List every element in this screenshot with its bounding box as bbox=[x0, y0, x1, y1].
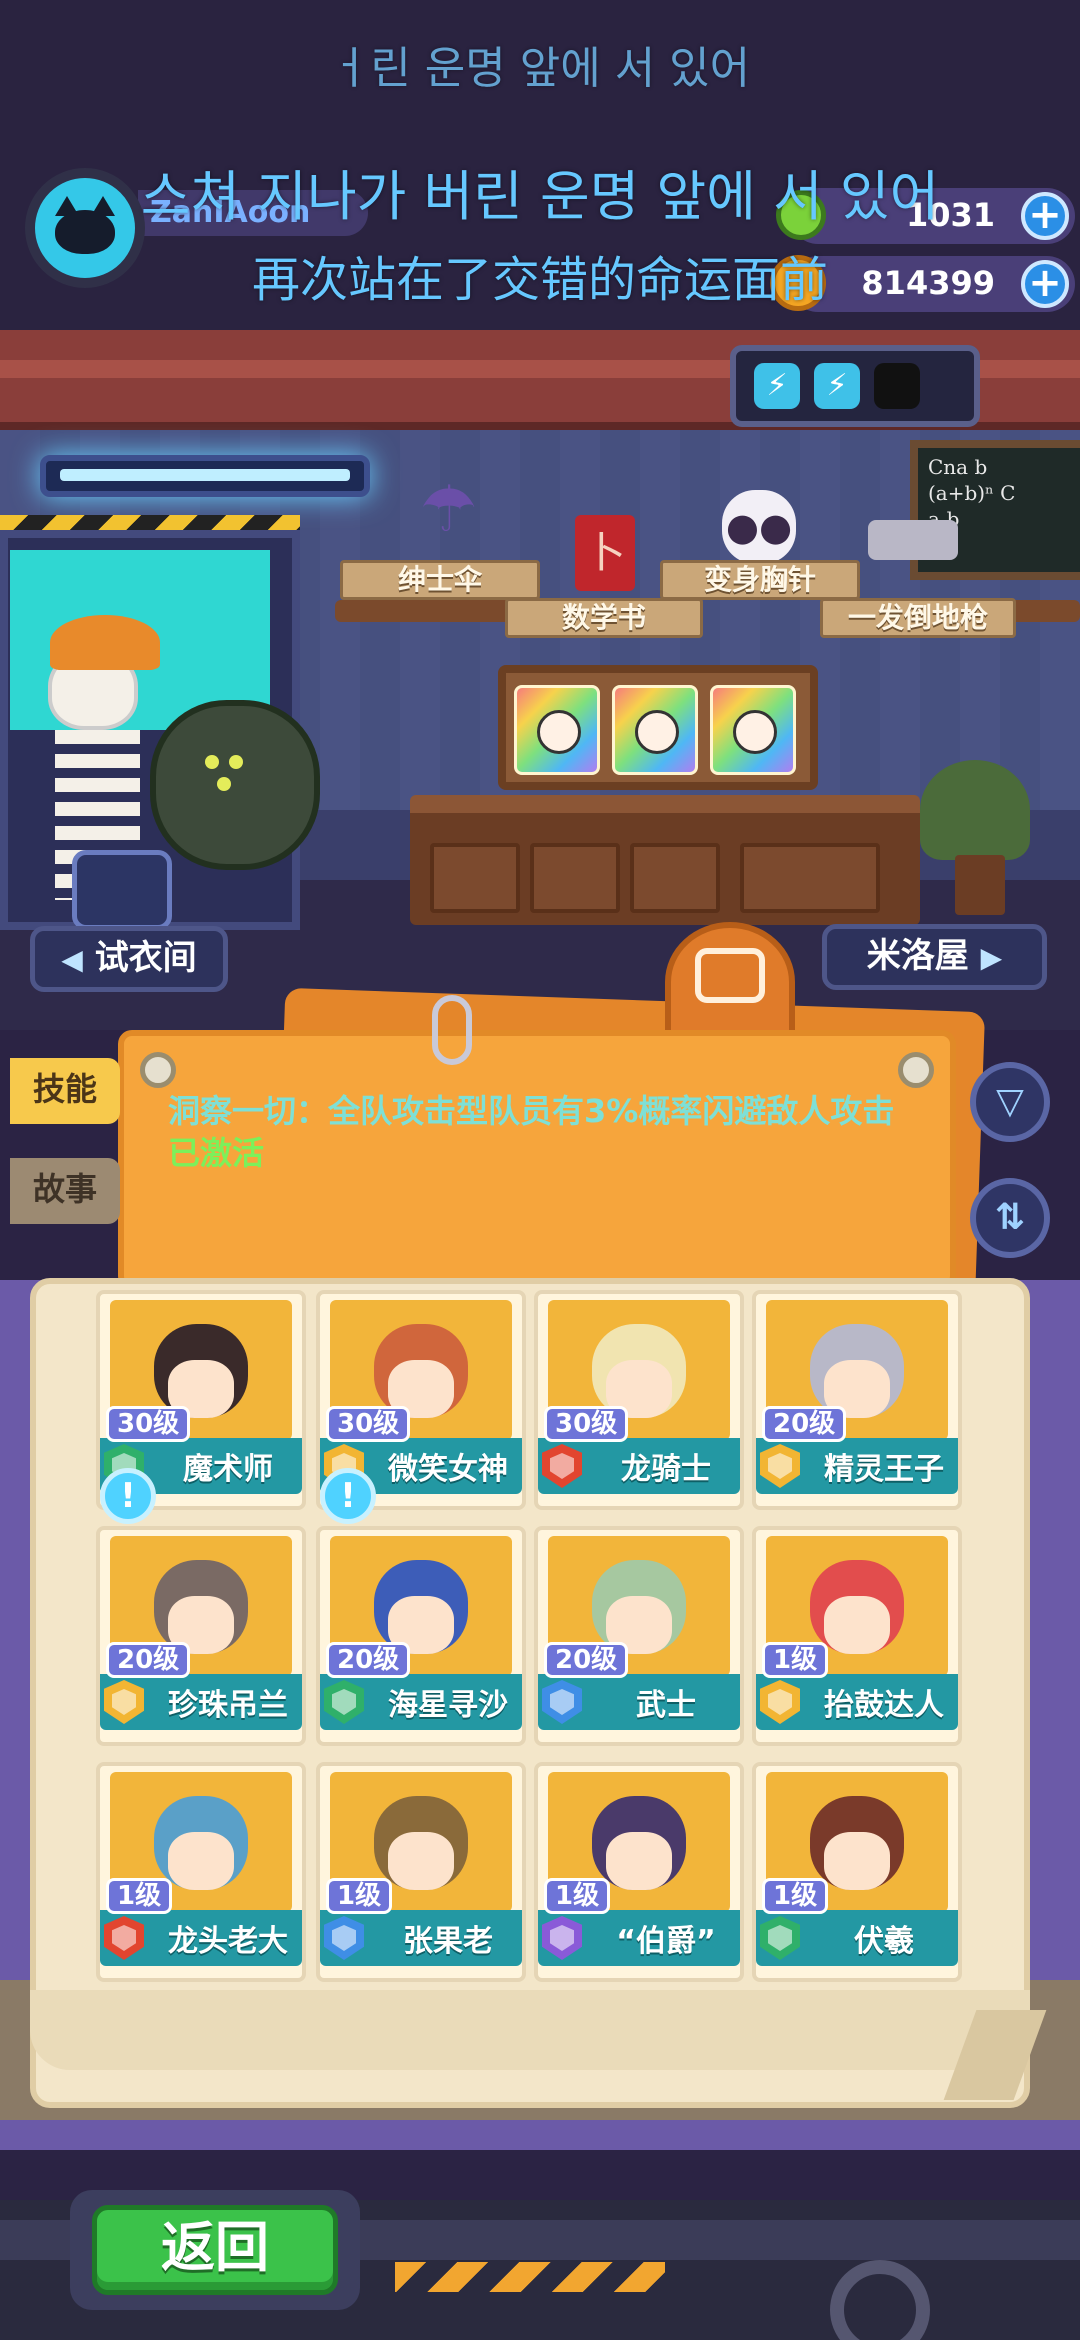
hazard-stripe bbox=[395, 2262, 665, 2292]
character-card[interactable]: 龙骑士 30级 bbox=[534, 1290, 744, 1510]
energy-battery-box: ⚡ ⚡ bbox=[730, 345, 980, 427]
empty-battery-icon bbox=[874, 363, 920, 409]
character-face bbox=[606, 1832, 672, 1890]
character-name: 微笑女神 bbox=[388, 1452, 508, 1487]
character-face bbox=[824, 1832, 890, 1890]
character-level: 20级 bbox=[762, 1406, 847, 1442]
character-level: 30级 bbox=[106, 1406, 191, 1442]
plant-icon bbox=[920, 760, 1030, 860]
character-level: 1级 bbox=[762, 1878, 829, 1914]
character-name: “伯爵” bbox=[616, 1924, 716, 1959]
paper-clip-icon bbox=[432, 995, 472, 1065]
pin-icon bbox=[140, 1052, 176, 1088]
character-level: 1级 bbox=[544, 1878, 611, 1914]
character-name: 精灵王子 bbox=[824, 1452, 944, 1487]
sort-icon: ⇅ bbox=[994, 1197, 1026, 1238]
gun-icon[interactable] bbox=[868, 520, 958, 560]
character-level: 30级 bbox=[544, 1406, 629, 1442]
desk bbox=[410, 795, 920, 925]
character-face bbox=[824, 1596, 890, 1654]
item-label-gun[interactable]: 一发倒地枪 bbox=[820, 598, 1016, 638]
filter-button[interactable]: ▽ bbox=[970, 1062, 1050, 1142]
next-room-label: 米洛屋 bbox=[866, 936, 969, 976]
character-level: 20级 bbox=[326, 1642, 411, 1678]
skill-description: 洞察一切：全队攻击型队员有3%概率闪避敌人攻击 已激活 bbox=[168, 1090, 908, 1174]
tab-skill[interactable]: 技能 bbox=[10, 1058, 120, 1124]
detective-hat-icon bbox=[50, 615, 160, 670]
robot-prop bbox=[72, 850, 172, 930]
goblin-eyes bbox=[205, 755, 255, 795]
character-level: 1级 bbox=[326, 1878, 393, 1914]
character-level: 1级 bbox=[762, 1642, 829, 1678]
chalkboard-formula-2: (a+b)ⁿ C bbox=[928, 481, 1016, 505]
character-level: 1级 bbox=[106, 1878, 173, 1914]
character-name: 伏羲 bbox=[854, 1924, 914, 1959]
item-label-math-book[interactable]: 数学书 bbox=[505, 598, 703, 638]
character-name: 武士 bbox=[636, 1688, 696, 1723]
arrow-left-icon: ◀ bbox=[61, 943, 83, 976]
plant-pot bbox=[955, 855, 1005, 915]
item-label-brooch[interactable]: 变身胸针 bbox=[660, 560, 860, 600]
character-card[interactable]: 珍珠吊兰 20级 bbox=[96, 1526, 306, 1746]
lightning-icon: ⚡ bbox=[814, 363, 860, 409]
character-name: 抬鼓达人 bbox=[824, 1688, 944, 1723]
umbrella-icon[interactable]: ☂ bbox=[420, 478, 477, 542]
pin-icon bbox=[898, 1052, 934, 1088]
photo-card bbox=[710, 685, 796, 775]
fitting-room-button[interactable]: ◀ 试衣间 bbox=[30, 926, 228, 992]
character-level: 20级 bbox=[544, 1642, 629, 1678]
tab-story[interactable]: 故事 bbox=[10, 1158, 120, 1224]
character-card[interactable]: 伏羲 1级 bbox=[752, 1762, 962, 1982]
subtitle-chinese: 再次站在了交错的命运面前 bbox=[251, 252, 828, 308]
chat-icon bbox=[695, 948, 765, 1003]
character-name: 龙骑士 bbox=[621, 1452, 711, 1487]
chalkboard-formula-1: Cna b bbox=[928, 455, 988, 479]
lightning-icon: ⚡ bbox=[754, 363, 800, 409]
character-level: 20级 bbox=[106, 1642, 191, 1678]
character-card[interactable]: 张果老 1级 bbox=[316, 1762, 526, 1982]
subtitle-korean-faded: ㅓ린 운명 앞에 서 있어 bbox=[329, 43, 751, 94]
book-bottom-edge bbox=[30, 1990, 1030, 2070]
skull-brooch-icon[interactable]: ●● bbox=[722, 490, 796, 564]
ceiling-light bbox=[40, 455, 370, 497]
character-name: 龙头老大 bbox=[168, 1924, 288, 1959]
photo-card bbox=[514, 685, 600, 775]
character-card[interactable]: “伯爵” 1级 bbox=[534, 1762, 744, 1982]
character-name: 张果老 bbox=[403, 1924, 493, 1959]
notification-badge[interactable]: ! bbox=[320, 1468, 376, 1524]
character-name: 魔术师 bbox=[183, 1452, 273, 1487]
photo-frame[interactable] bbox=[498, 665, 818, 790]
character-name: 海星寻沙 bbox=[388, 1688, 508, 1723]
next-room-button[interactable]: 米洛屋 ▶ bbox=[822, 924, 1047, 990]
book-icon[interactable]: 卜 bbox=[575, 515, 635, 591]
skill-text: 洞察一切：全队攻击型队员有3%概率闪避敌人攻击 bbox=[168, 1092, 895, 1130]
character-card[interactable]: 海星寻沙 20级 bbox=[316, 1526, 526, 1746]
arrow-right-icon: ▶ bbox=[980, 941, 1003, 974]
back-button[interactable]: 返回 bbox=[92, 2205, 338, 2295]
sort-button[interactable]: ⇅ bbox=[970, 1178, 1050, 1258]
skill-status: 已激活 bbox=[168, 1134, 265, 1172]
character-card[interactable]: 龙头老大 1级 bbox=[96, 1762, 306, 1982]
character-card[interactable]: 抬鼓达人 1级 bbox=[752, 1526, 962, 1746]
character-name: 珍珠吊兰 bbox=[168, 1688, 288, 1723]
subtitle-korean: 스쳐 지나가 버린 운명 앞에 서 있어 bbox=[140, 165, 940, 228]
item-label-umbrella[interactable]: 绅士伞 bbox=[340, 560, 540, 600]
character-level: 30级 bbox=[326, 1406, 411, 1442]
character-face bbox=[388, 1832, 454, 1890]
character-card[interactable]: 武士 20级 bbox=[534, 1526, 744, 1746]
fitting-room-label: 试衣间 bbox=[94, 938, 197, 978]
filter-icon: ▽ bbox=[996, 1081, 1024, 1122]
photo-card bbox=[612, 685, 698, 775]
character-card[interactable]: 精灵王子 20级 bbox=[752, 1290, 962, 1510]
notification-badge[interactable]: ! bbox=[100, 1468, 156, 1524]
character-face bbox=[168, 1832, 234, 1890]
